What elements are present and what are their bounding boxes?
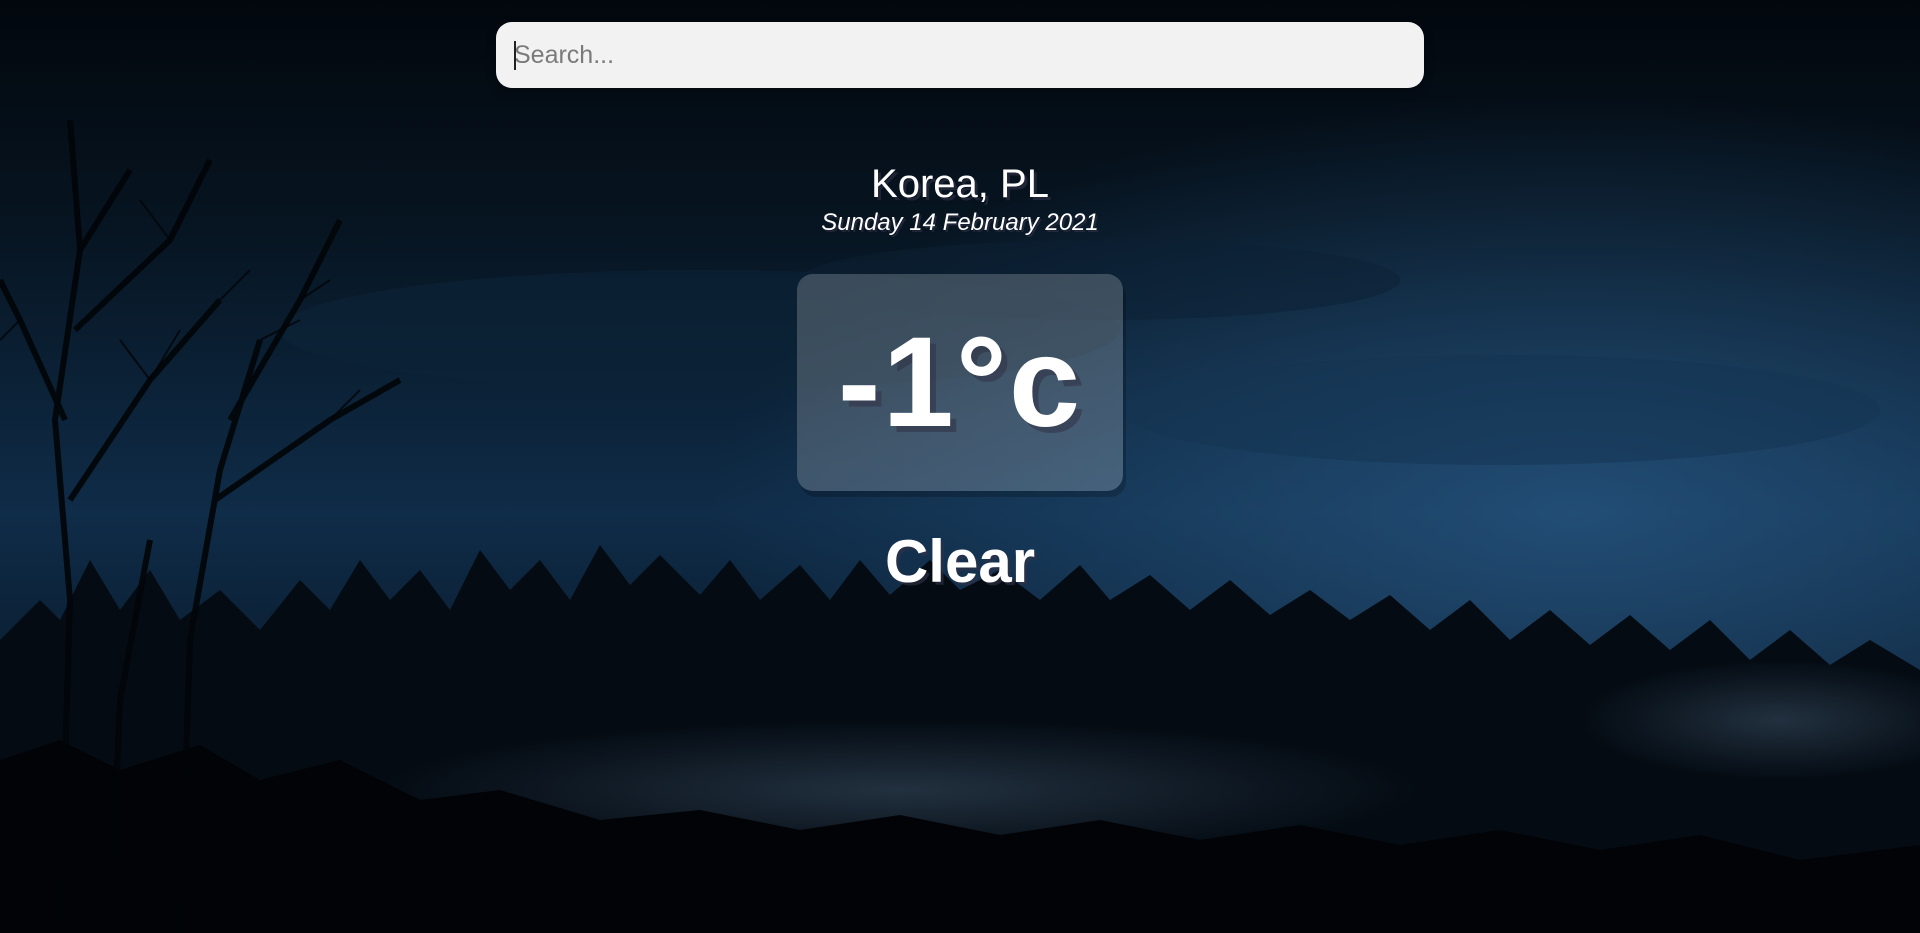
search-input[interactable] <box>496 22 1424 88</box>
location-name: Korea, PL <box>871 162 1049 206</box>
temperature-box: -1°c <box>797 274 1123 491</box>
text-cursor <box>514 41 516 70</box>
current-date: Sunday 14 February 2021 <box>821 209 1099 236</box>
weather-app: Korea, PL Sunday 14 February 2021 -1°c C… <box>0 0 1920 933</box>
temperature-value: -1°c <box>837 310 1083 454</box>
search-box <box>496 22 1424 88</box>
weather-condition: Clear <box>884 528 1036 595</box>
